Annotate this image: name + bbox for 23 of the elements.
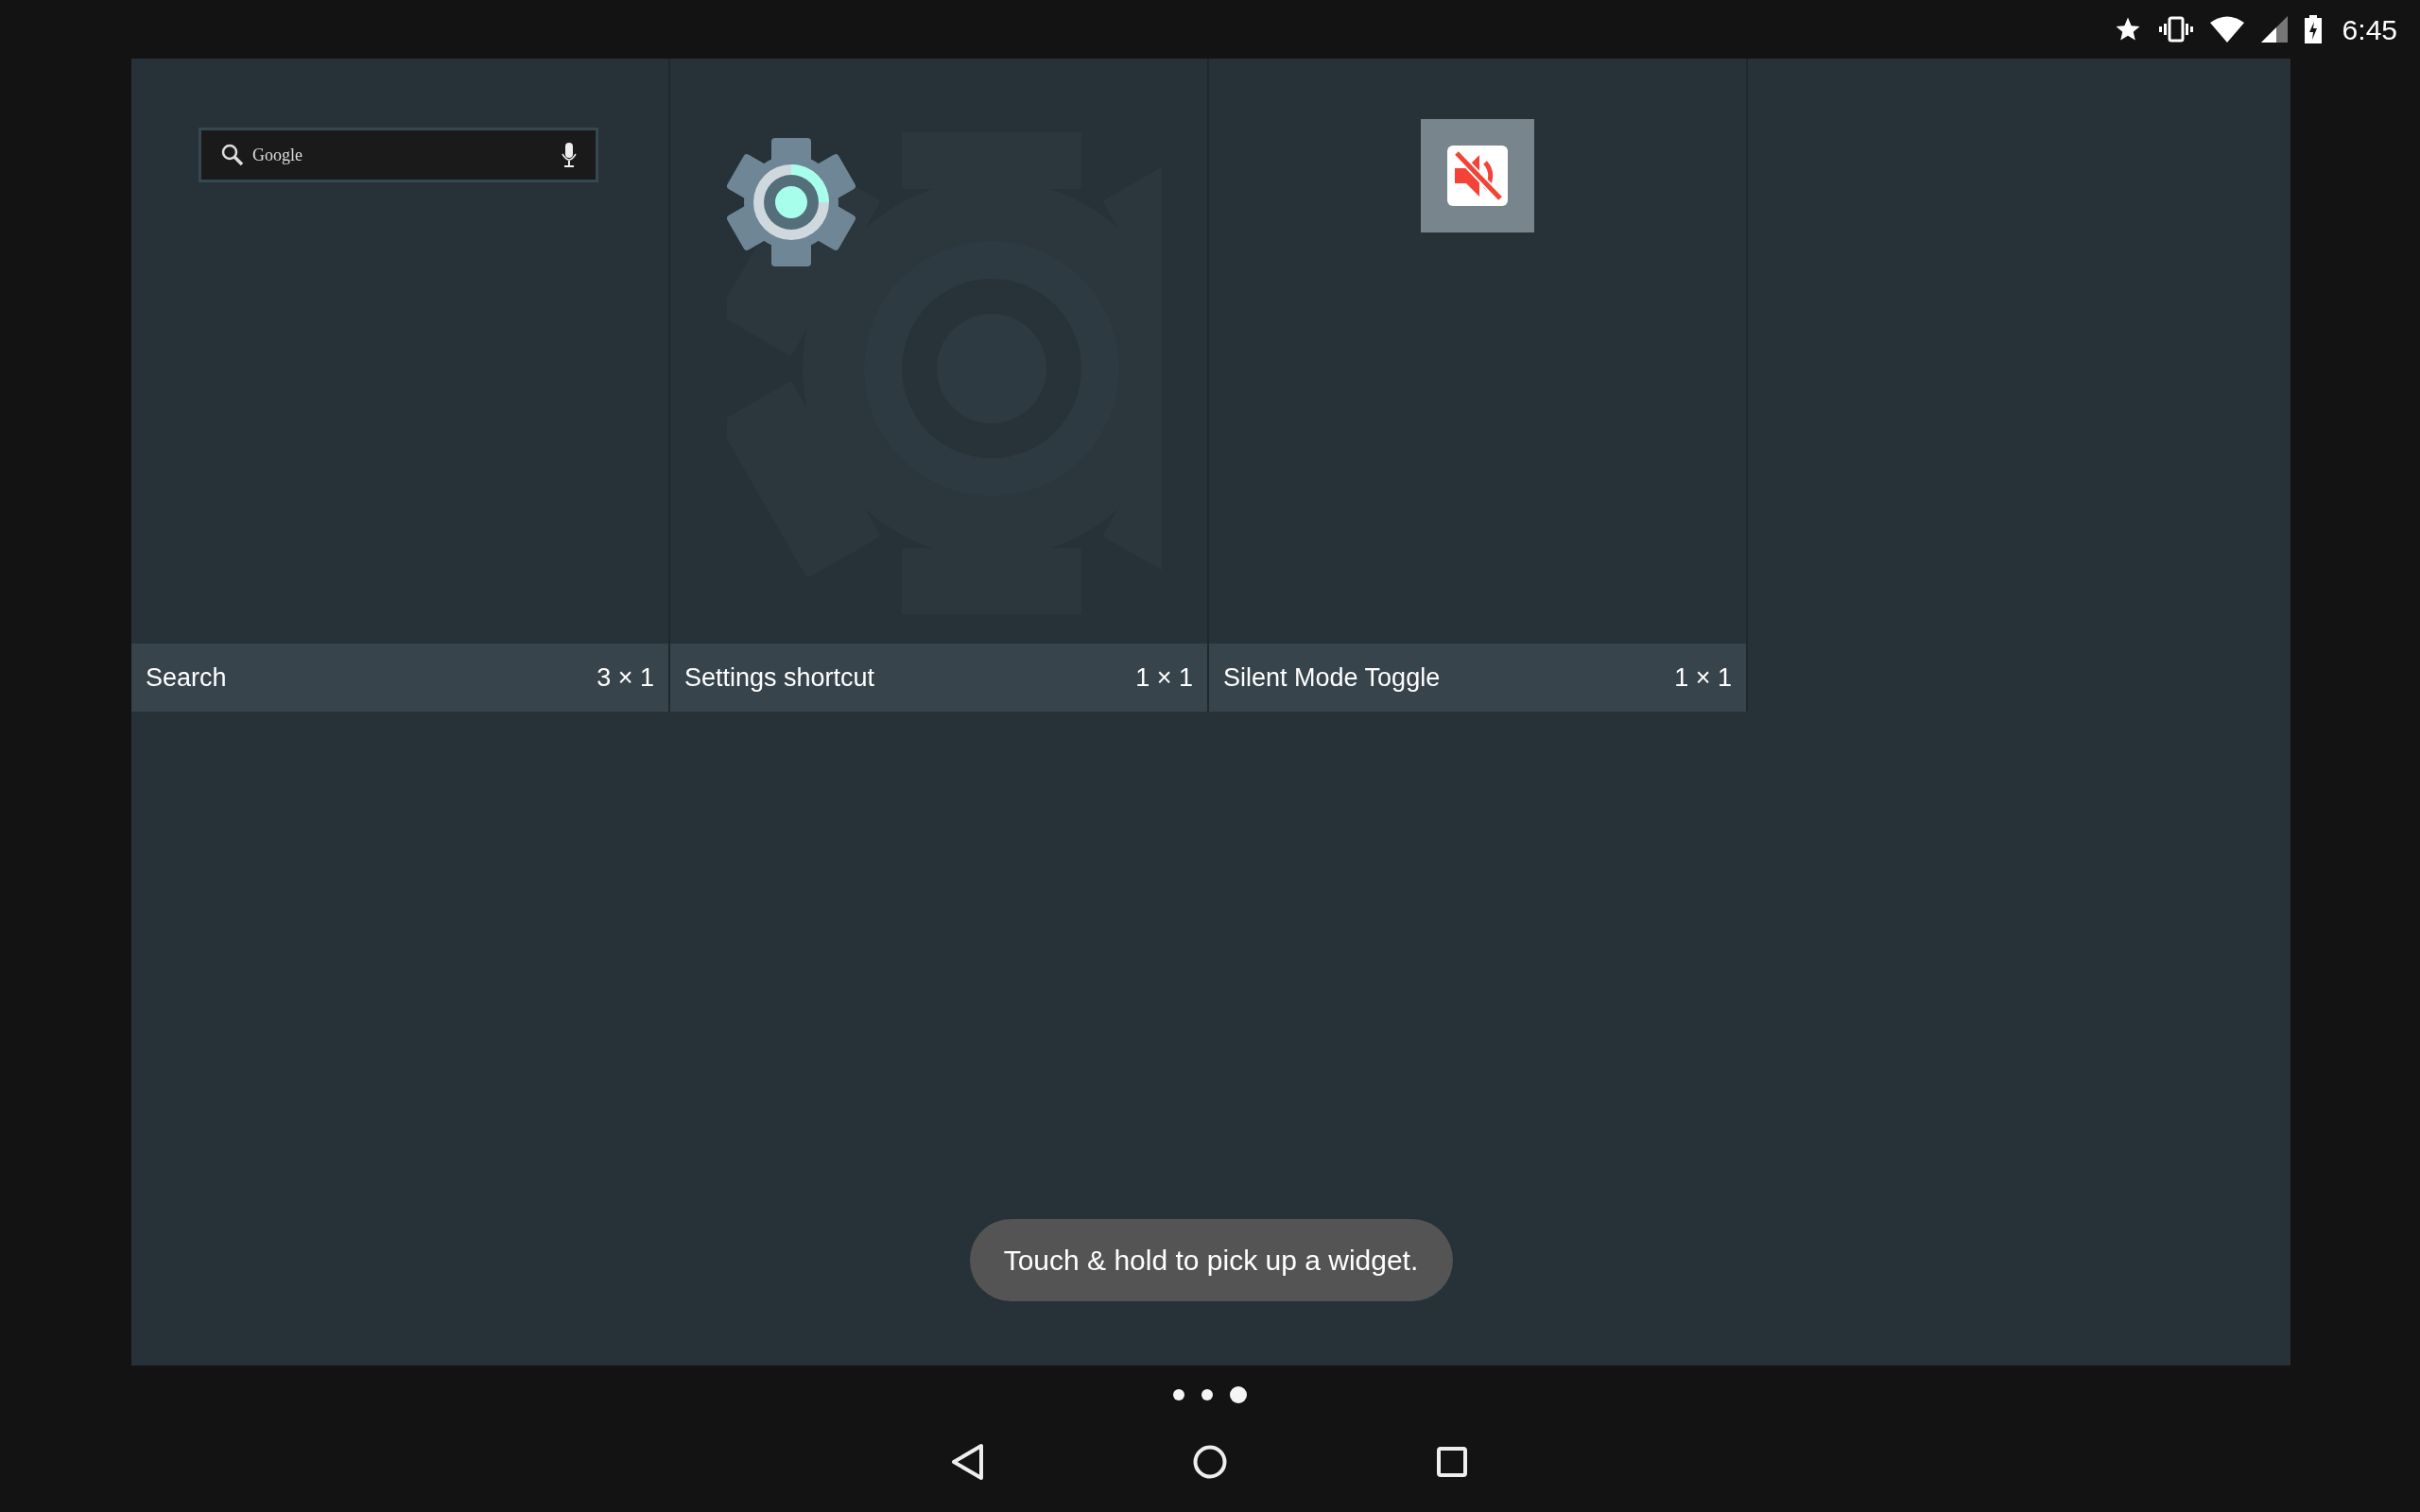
recent-apps-icon[interactable]: [1437, 1446, 1467, 1477]
widget-name: Settings shortcut: [684, 662, 875, 694]
widget-size: 1 × 1: [1674, 662, 1732, 694]
widget-card[interactable]: Settings shortcut 1 × 1: [670, 59, 1209, 712]
widget-card[interactable]: Google Search 3 × 1: [131, 59, 670, 712]
search-hint: Google: [252, 144, 303, 166]
back-button-icon[interactable]: [951, 1442, 985, 1481]
wifi-icon: [2209, 16, 2244, 43]
widget-size: 3 × 1: [596, 662, 654, 694]
muted-speaker-icon: [1447, 146, 1508, 206]
widget-name: Silent Mode Toggle: [1223, 662, 1441, 694]
vibrate-icon: [2158, 15, 2193, 43]
widget-card[interactable]: Silent Mode Toggle 1 × 1: [1209, 59, 1748, 712]
widget-name: Search: [146, 662, 227, 694]
signal-icon: [2260, 16, 2288, 43]
battery-charging-icon: [2304, 15, 2322, 43]
toast-message: Touch & hold to pick up a widget.: [969, 1219, 1453, 1301]
widget-size: 1 × 1: [1135, 662, 1193, 694]
home-button-icon[interactable]: [1193, 1444, 1227, 1479]
clock-time: 6:45: [2342, 12, 2397, 47]
settings-gear-icon: [727, 138, 857, 266]
microphone-icon: [562, 143, 577, 167]
search-icon: [220, 143, 245, 167]
